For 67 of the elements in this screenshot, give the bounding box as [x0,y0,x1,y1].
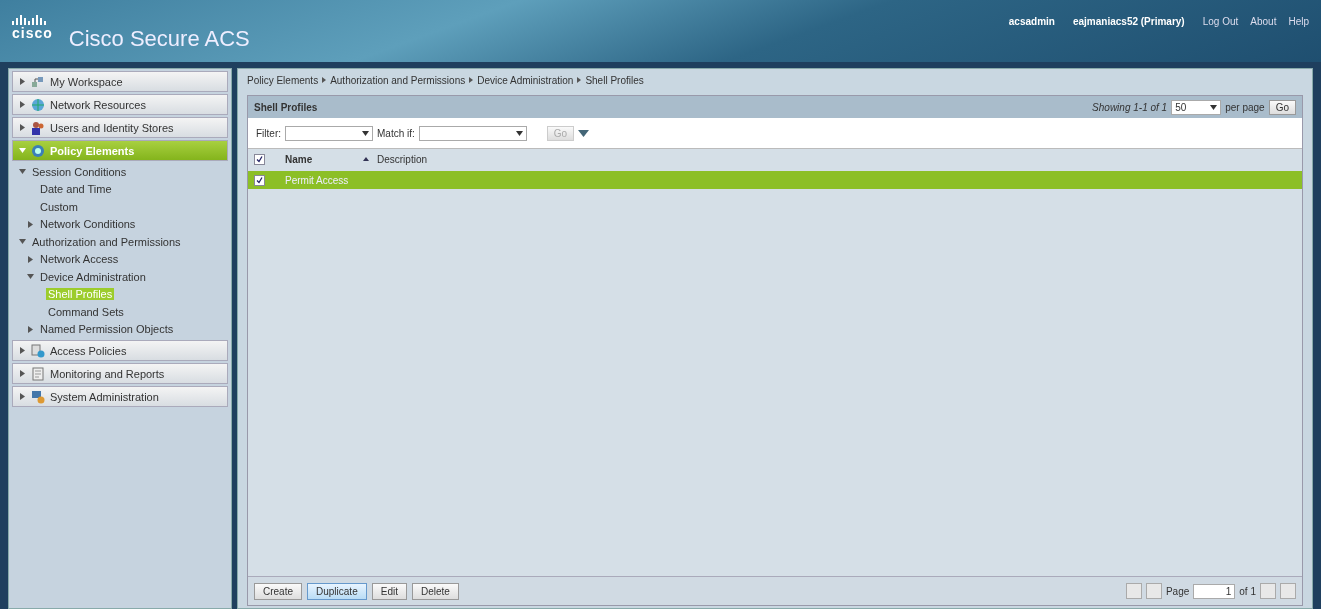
nav-drawer[interactable]: Monitoring and Reports [12,363,228,384]
nav-drawer[interactable]: Network Resources [12,94,228,115]
chevron-right-icon [577,77,582,83]
go-button[interactable]: Go [1268,99,1296,115]
chevron-right-icon [469,77,474,83]
collapse-arrow-icon[interactable] [19,124,26,131]
column-header[interactable]: Name [285,153,355,165]
filter-label: Filter: [256,127,281,139]
collapse-arrow-icon[interactable] [19,101,26,108]
tree-item[interactable]: Command Sets [46,305,126,318]
page-field[interactable]: 1 [1193,583,1236,599]
sort-arrow-icon[interactable] [363,157,369,161]
tree-item[interactable]: Network Access [38,253,121,266]
action-button[interactable]: Create [254,582,302,600]
tree-item[interactable]: Session Conditions [30,165,129,178]
breadcrumb-link[interactable]: Device Administration [477,74,574,86]
breadcrumb-link[interactable]: Shell Profiles [585,74,644,86]
page-count: of 1 [1239,585,1256,597]
expand-arrow-icon[interactable] [515,129,523,137]
nav-drawer[interactable]: Users and Identity Stores [12,117,228,138]
tree-item[interactable]: Network Conditions [38,218,138,231]
action-button[interactable]: Delete [411,582,459,600]
tree-item[interactable]: Authorization and Permissions [30,235,183,248]
action-button[interactable]: Duplicate [307,582,367,600]
collapse-arrow-icon[interactable] [27,325,34,333]
breadcrumb-link[interactable]: Authorization and Permissions [330,74,466,86]
tree-item[interactable]: Date and Time [38,183,114,196]
nav-drawer[interactable]: System Administration [12,386,228,407]
per-page-select[interactable]: 50 [1171,99,1222,115]
report-icon [31,366,45,381]
users-icon [31,120,45,135]
chevron-right-icon [322,77,327,83]
per-page-label: per page [1225,101,1265,113]
expand-arrow-icon[interactable] [362,129,369,137]
showing-count: Showing 1-1 of 1 [1092,101,1168,113]
checkbox[interactable] [254,153,265,165]
header-link[interactable]: Log Out [1202,16,1239,27]
collapse-arrow-icon[interactable] [19,393,26,400]
collapse-arrow-icon[interactable] [19,78,26,85]
dropdown-arrow-icon[interactable] [578,129,590,137]
system-icon [31,389,45,404]
tree-item[interactable]: Custom [38,200,80,213]
cisco-logo: cisco [12,15,53,41]
app-title: Cisco Secure ACS [68,26,250,52]
collapse-arrow-icon[interactable] [27,255,34,263]
checkbox[interactable] [254,174,265,186]
server-name: eajmaniacs52 (Primary) [1072,16,1185,27]
collapse-arrow-icon[interactable] [19,370,26,377]
tree-item[interactable]: Named Permission Objects [38,323,176,336]
access-icon [31,343,45,358]
workspace-icon [31,74,45,89]
header-link[interactable]: About [1250,16,1277,27]
action-button[interactable]: Edit [371,582,407,600]
header-link[interactable]: Help [1288,16,1309,27]
table-cell: Permit Access [285,174,349,186]
breadcrumb-link[interactable]: Policy Elements [247,74,319,86]
nav-drawer[interactable]: Access Policies [12,340,228,361]
nav-drawer[interactable]: My Workspace [12,71,228,92]
match-label: Match if: [377,127,415,139]
collapse-arrow-icon[interactable] [19,347,26,354]
tree-item[interactable]: Device Administration [38,270,148,283]
panel-title: Shell Profiles [254,101,318,113]
page-label: Page [1165,585,1190,597]
user-name: acsadmin [1008,16,1055,27]
expand-arrow-icon[interactable] [1210,103,1218,111]
column-header[interactable]: Description [377,153,428,165]
collapse-arrow-icon[interactable] [27,220,34,228]
